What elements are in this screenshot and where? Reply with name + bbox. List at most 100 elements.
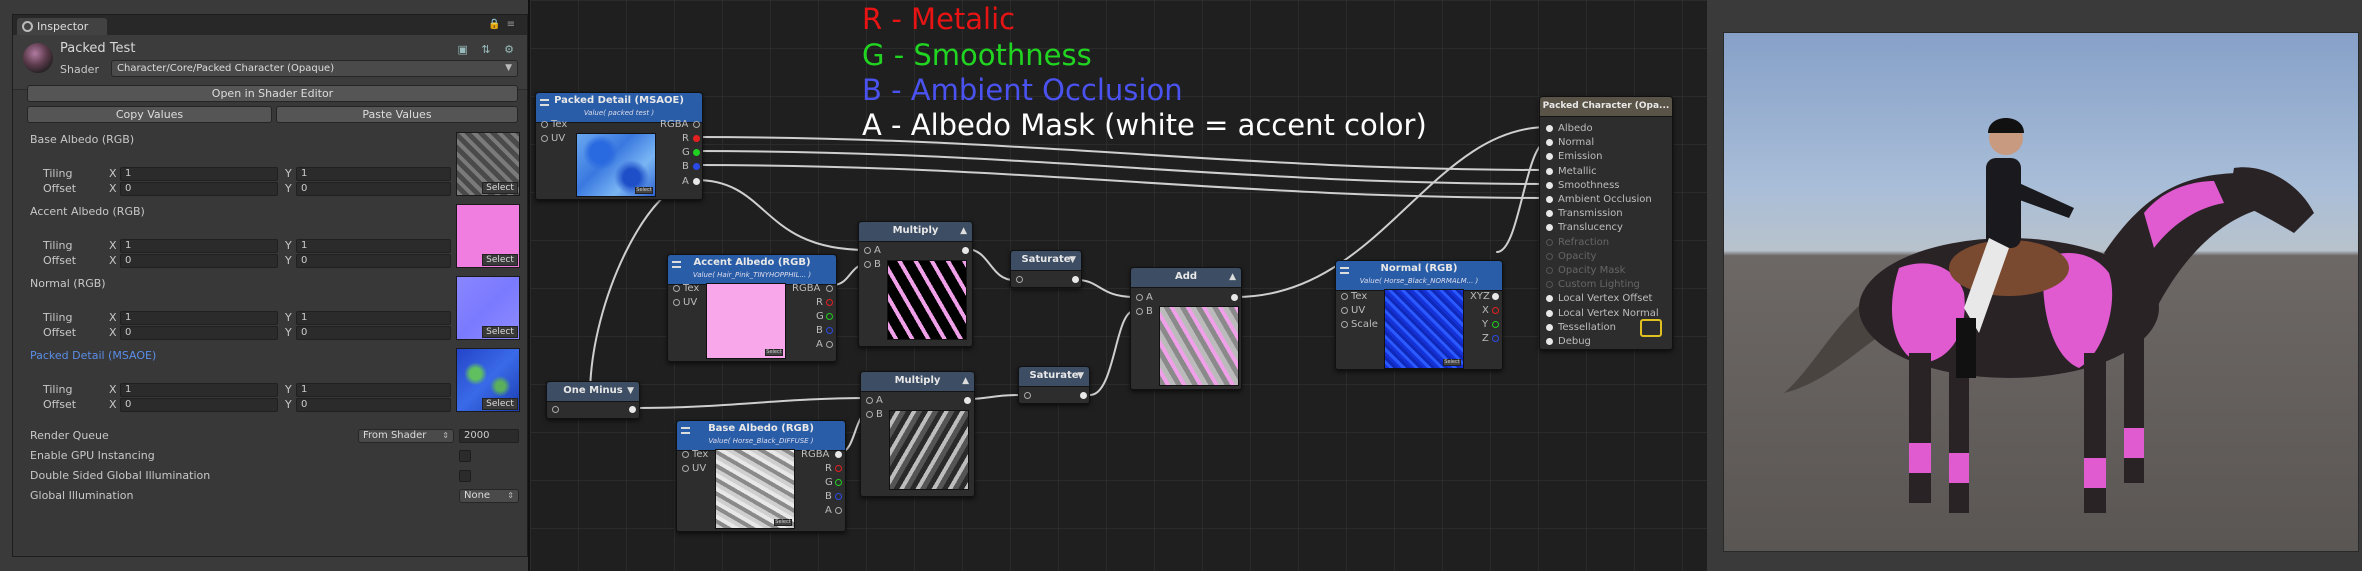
select-button[interactable]: Select [482, 182, 518, 194]
select-button[interactable]: Select [635, 187, 653, 194]
port-dot[interactable] [1546, 139, 1553, 147]
port-dot[interactable] [1024, 392, 1031, 399]
select-button[interactable]: Select [774, 519, 792, 526]
port-dot[interactable] [1072, 276, 1079, 283]
node-header[interactable]: Packed Character (Opa... [1540, 97, 1672, 117]
port-dot[interactable] [1546, 125, 1553, 132]
packed-detail-node[interactable]: Packed Detail (MSAOE) Value( packed test… [535, 92, 703, 200]
node-header[interactable]: Saturate ▼ [1011, 251, 1081, 271]
node-header[interactable]: Base Albedo (RGB) Value( Horse_Black_DIF… [677, 421, 845, 451]
port-dot[interactable] [1546, 323, 1553, 331]
select-button[interactable]: Select [482, 398, 518, 410]
port-dot[interactable] [693, 121, 700, 128]
port-dot[interactable] [1136, 308, 1143, 315]
offset-y-field[interactable]: 0 [296, 182, 451, 196]
port-dot[interactable] [693, 178, 700, 185]
port-dot[interactable] [541, 135, 548, 142]
copy-values-button[interactable]: Copy Values [27, 106, 272, 123]
port-dot[interactable] [1546, 252, 1553, 260]
open-shader-editor-button[interactable]: Open in Shader Editor [27, 85, 518, 102]
shader-dropdown[interactable]: Character/Core/Packed Character (Opaque)… [111, 60, 518, 77]
global-illumination-dropdown[interactable]: None ⇕ [459, 489, 519, 503]
port-dot[interactable] [835, 507, 842, 514]
port-dot[interactable] [1546, 309, 1553, 317]
port-dot[interactable] [962, 247, 969, 254]
port-dot[interactable] [541, 121, 548, 128]
render-queue-field[interactable]: 2000 [459, 429, 519, 443]
offset-x-field[interactable]: 0 [120, 254, 278, 268]
node-header[interactable]: Accent Albedo (RGB) Value( Hair_Pink_TIN… [668, 255, 836, 285]
offset-y-field[interactable]: 0 [296, 326, 451, 340]
master-node[interactable]: Packed Character (Opa... Albedo Normal Emi… [1539, 96, 1673, 350]
node-header[interactable]: Normal (RGB) Value( Horse_Black_NORMALM.… [1336, 261, 1502, 291]
lock-menu-icon[interactable]: 🔒≡ [488, 19, 521, 30]
scene-viewport[interactable] [1723, 32, 2359, 552]
chevron-down-icon[interactable]: ▼ [1069, 255, 1076, 265]
saturate-node[interactable]: Saturate ▼ [1010, 250, 1082, 288]
menu-icon[interactable] [672, 261, 681, 268]
port-dot[interactable] [1016, 276, 1023, 283]
port-dot[interactable] [1546, 238, 1553, 246]
offset-y-field[interactable]: 0 [296, 398, 451, 412]
port-dot[interactable] [1341, 321, 1348, 328]
port-dot[interactable] [866, 411, 873, 418]
menu-icon[interactable] [540, 99, 549, 106]
tiling-y-field[interactable]: 1 [296, 239, 451, 253]
port-dot[interactable] [1546, 295, 1553, 303]
tiling-y-field[interactable]: 1 [296, 311, 451, 325]
port-dot[interactable] [835, 493, 842, 500]
port-dot[interactable] [1546, 281, 1553, 289]
offset-x-field[interactable]: 0 [120, 326, 278, 340]
add-node[interactable]: Add ▲ A B [1130, 267, 1242, 390]
paste-values-button[interactable]: Paste Values [276, 106, 518, 123]
base-albedo-node[interactable]: Base Albedo (RGB) Value( Horse_Black_DIF… [676, 420, 846, 532]
offset-y-field[interactable]: 0 [296, 254, 451, 268]
tiling-x-field[interactable]: 1 [120, 383, 278, 397]
port-dot[interactable] [826, 327, 833, 334]
port-dot[interactable] [693, 163, 700, 170]
menu-icon[interactable] [1340, 267, 1349, 274]
port-dot[interactable] [1341, 293, 1348, 300]
port-dot[interactable] [673, 285, 680, 292]
port-dot[interactable] [835, 465, 842, 472]
double-sided-gi-checkbox[interactable] [459, 470, 471, 482]
tiling-x-field[interactable]: 1 [120, 167, 278, 181]
port-dot[interactable] [1546, 224, 1553, 232]
chevron-up-icon[interactable]: ▲ [1229, 272, 1236, 282]
port-dot[interactable] [864, 247, 871, 254]
packed-detail-texture-slot[interactable]: Select [456, 348, 520, 412]
node-header[interactable]: Multiply ▲ [859, 222, 972, 242]
port-dot[interactable] [1136, 294, 1143, 301]
port-dot[interactable] [693, 149, 700, 156]
select-button[interactable]: Select [1443, 359, 1461, 366]
port-dot[interactable] [693, 135, 700, 142]
scene-view[interactable] [1707, 0, 2362, 571]
normal-node[interactable]: Normal (RGB) Value( Horse_Black_NORMALM.… [1335, 260, 1503, 370]
port-dot[interactable] [835, 451, 842, 458]
chevron-down-icon[interactable]: ▼ [627, 386, 634, 396]
port-dot[interactable] [1231, 294, 1238, 301]
port-dot[interactable] [1546, 210, 1553, 218]
port-dot[interactable] [964, 397, 971, 404]
node-header[interactable]: Saturate ▼ [1019, 367, 1089, 387]
chevron-up-icon[interactable]: ▲ [960, 226, 967, 236]
multiply-node[interactable]: Multiply ▲ A B [858, 221, 973, 347]
port-dot[interactable] [552, 406, 559, 413]
accent-albedo-texture-slot[interactable]: Select [456, 204, 520, 268]
node-header[interactable]: Add ▲ [1131, 268, 1241, 288]
select-button[interactable]: Select [765, 349, 783, 356]
port-dot[interactable] [1546, 167, 1553, 175]
tab-inspector[interactable]: Inspector [17, 18, 107, 35]
port-dot[interactable] [673, 299, 680, 306]
port-dot[interactable] [1492, 293, 1499, 300]
port-dot[interactable] [629, 406, 636, 413]
chevron-up-icon[interactable]: ▲ [962, 376, 969, 386]
port-dot[interactable] [1546, 267, 1553, 274]
tiling-x-field[interactable]: 1 [120, 239, 278, 253]
port-dot[interactable] [826, 299, 833, 306]
shader-graph-canvas[interactable]: R - Metalic G - Smoothness B - Ambient O… [528, 0, 1707, 571]
base-albedo-texture-slot[interactable]: Select [456, 132, 520, 196]
port-dot[interactable] [1546, 181, 1553, 189]
port-dot[interactable] [1546, 196, 1553, 203]
multiply-node[interactable]: Multiply ▲ A B [860, 371, 975, 497]
